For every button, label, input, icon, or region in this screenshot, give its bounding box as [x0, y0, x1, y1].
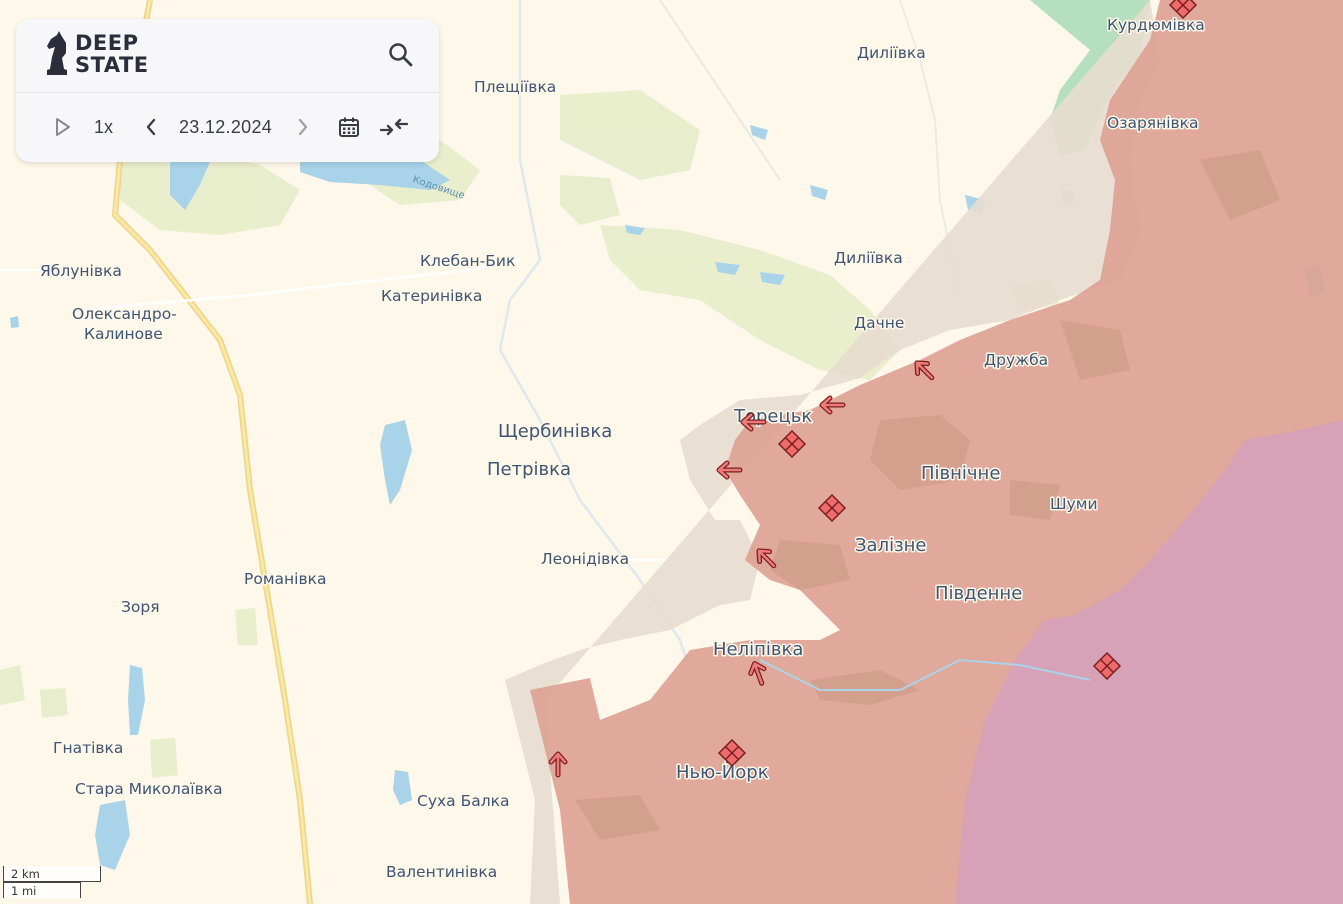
- panel-divider: [16, 92, 439, 93]
- next-date-button[interactable]: [294, 111, 312, 143]
- label-petrivka: Петрівка: [487, 459, 571, 480]
- play-icon: [56, 118, 70, 136]
- label-leonidivka: Леонідівка: [541, 550, 629, 568]
- label-nelipivka: Неліпівка: [713, 639, 803, 660]
- speed-toggle[interactable]: 1x: [94, 111, 113, 143]
- label-zoria: Зоря: [121, 598, 160, 616]
- calendar-icon: [339, 117, 359, 137]
- label-druzhba: Дружба: [984, 351, 1048, 369]
- label-dachne: Дачне: [854, 314, 904, 332]
- deepstate-logo[interactable]: DEEP STATE: [44, 31, 149, 77]
- label-dyliivka: Диліївка: [834, 249, 903, 267]
- logo-line-1: DEEP: [75, 31, 139, 55]
- label-sukha-balka: Суха Балка: [417, 792, 510, 810]
- label-zalizne: Залізне: [855, 535, 927, 556]
- label-ozarianivka: Озарянівка: [1107, 114, 1199, 132]
- label-kleban-byk: Клебан-Бик: [420, 252, 515, 270]
- label-pivdenne: Південне: [935, 583, 1022, 604]
- label-pivnichne: Північне: [921, 463, 1000, 484]
- search-button[interactable]: [387, 41, 415, 69]
- map-scale: 2 km 1 mi: [3, 866, 101, 898]
- chevron-left-icon: [146, 118, 156, 136]
- label-pleshchiivka: Плещіївка: [474, 78, 556, 96]
- label-new-york: Нью-Йорк: [676, 761, 769, 783]
- label-romanivka: Романівка: [244, 570, 326, 588]
- calendar-button[interactable]: [336, 111, 362, 143]
- compare-button[interactable]: [380, 111, 408, 143]
- play-button[interactable]: [52, 111, 74, 143]
- label-kurdiumivka: Курдюмівка: [1107, 16, 1205, 34]
- label-hnativka: Гнатівка: [53, 739, 123, 757]
- chevron-right-icon: [298, 118, 308, 136]
- label-yablunivka: Яблунівка: [40, 262, 122, 280]
- control-panel: DEEP STATE 1x 23.12.2024: [16, 19, 439, 162]
- label-dyliivka-north: Диліївка: [857, 44, 926, 62]
- knight-logo-icon: [47, 31, 67, 75]
- label-shumy: Шуми: [1050, 495, 1098, 513]
- label-valentynivka: Валентинівка: [386, 863, 497, 881]
- scale-mi: 1 mi: [3, 882, 81, 898]
- scale-km: 2 km: [3, 866, 101, 882]
- label-stara-mykolaivka: Стара Миколаївка: [75, 780, 223, 798]
- date-display[interactable]: 23.12.2024: [179, 111, 272, 143]
- prev-date-button[interactable]: [142, 111, 160, 143]
- search-icon: [389, 43, 413, 67]
- label-shcherbynivka: Щербинівка: [498, 421, 612, 442]
- label-katerynivka: Катеринівка: [381, 287, 482, 305]
- logo-line-2: STATE: [75, 53, 149, 77]
- label-oleksandro-1: Олександро-: [72, 305, 177, 323]
- collapse-icon: [380, 118, 408, 136]
- label-oleksandro-2: Калинове: [84, 325, 163, 343]
